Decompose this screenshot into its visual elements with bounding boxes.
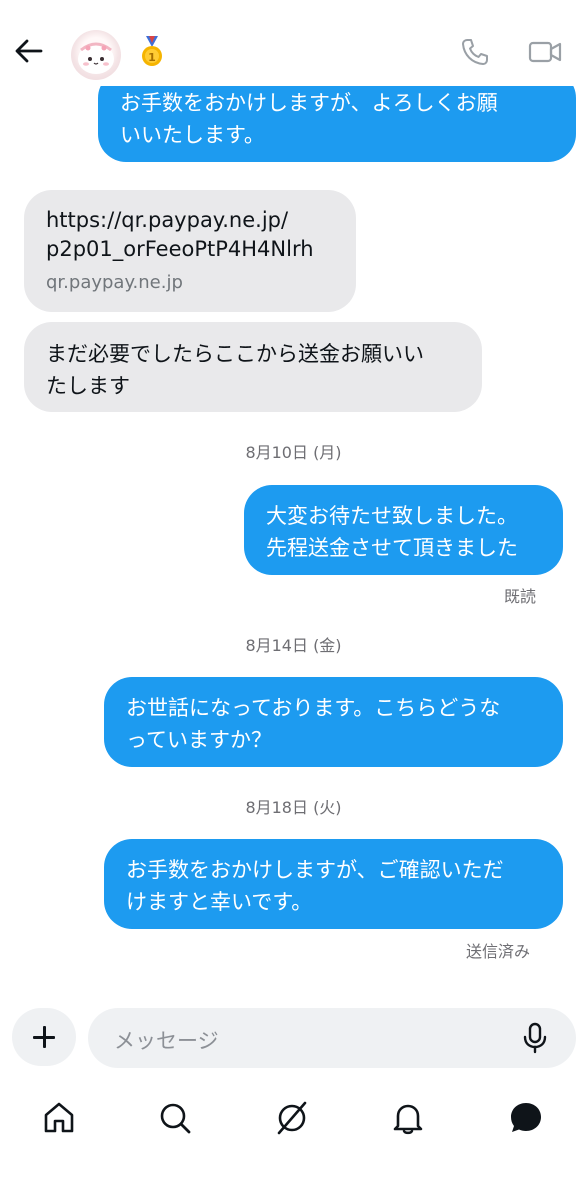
nav-messages[interactable]	[508, 1100, 544, 1136]
arrow-left-icon	[15, 39, 43, 63]
bottom-navigation	[0, 1086, 587, 1156]
link-url[interactable]: p2p01_orFeeoPtP4H4Nlrh	[46, 235, 334, 264]
nav-search[interactable]	[157, 1100, 193, 1136]
voice-message-button[interactable]	[520, 1022, 550, 1054]
message-text: お手数をおかけしますが、ご確認いただ	[126, 858, 504, 882]
message-input-placeholder: メッセージ	[114, 1029, 219, 1053]
message-bubble-incoming[interactable]: まだ必要でしたらここから送金お願いい たします	[24, 322, 482, 412]
video-camera-icon	[528, 41, 562, 63]
read-receipt: 既読	[504, 587, 537, 606]
chat-header: 1	[0, 0, 587, 86]
link-message-bubble[interactable]: https://qr.paypay.ne.jp/ p2p01_orFeeoPtP…	[24, 190, 356, 312]
message-bubble-outgoing[interactable]: 大変お待たせ致しました。 先程送金させて頂きました	[244, 485, 563, 575]
home-icon	[44, 1102, 74, 1133]
add-attachment-button[interactable]	[12, 1008, 76, 1066]
explore-icon	[277, 1101, 307, 1135]
message-text: いいたします。	[120, 123, 265, 147]
pink-character-avatar	[78, 42, 114, 74]
back-button[interactable]	[12, 34, 46, 68]
sent-status: 送信済み	[466, 942, 531, 961]
message-text: まだ必要でしたらここから送金お願いい	[46, 342, 424, 366]
phone-icon	[462, 39, 488, 65]
message-text: お手数をおかけしますが、よろしくお願	[120, 91, 498, 115]
message-text: 先程送金させて頂きました	[266, 536, 518, 560]
message-composer: メッセージ	[0, 996, 587, 1076]
message-text: たします	[46, 374, 130, 398]
message-text: っていますか？	[126, 728, 272, 752]
message-text: 大変お待たせ致しました。	[266, 504, 518, 528]
notifications-bell-icon	[393, 1104, 423, 1135]
nav-home[interactable]	[41, 1100, 77, 1136]
avatar[interactable]	[71, 30, 121, 80]
message-thread: お手数をおかけしますが、よろしくお願 いいたします。 https://qr.pa…	[0, 0, 587, 990]
date-separator: 8月18日 (火)	[245, 798, 342, 817]
svg-text:1: 1	[148, 51, 156, 64]
messages-icon	[511, 1103, 541, 1132]
microphone-icon	[523, 1022, 547, 1054]
message-text: けますと幸いです。	[126, 890, 313, 914]
voice-call-button[interactable]	[459, 36, 491, 68]
gold-medal-icon: 1	[142, 36, 162, 66]
link-url[interactable]: https://qr.paypay.ne.jp/	[46, 206, 334, 235]
video-call-button[interactable]	[527, 36, 563, 68]
nav-notifications[interactable]	[390, 1100, 426, 1136]
message-bubble-outgoing[interactable]: お手数をおかけしますが、ご確認いただ けますと幸いです。	[104, 839, 563, 929]
message-bubble-outgoing[interactable]: お世話になっております。こちらどうな っていますか？	[104, 677, 563, 767]
message-text: お世話になっております。こちらどうな	[126, 696, 501, 720]
medal-badge: 1	[140, 36, 164, 68]
nav-explore[interactable]	[274, 1100, 310, 1136]
date-separator: 8月14日 (金)	[245, 636, 342, 655]
search-icon	[160, 1103, 191, 1134]
message-input[interactable]: メッセージ	[88, 1008, 576, 1068]
date-separator: 8月10日 (月)	[245, 443, 342, 462]
link-domain: qr.paypay.ne.jp	[46, 272, 183, 293]
